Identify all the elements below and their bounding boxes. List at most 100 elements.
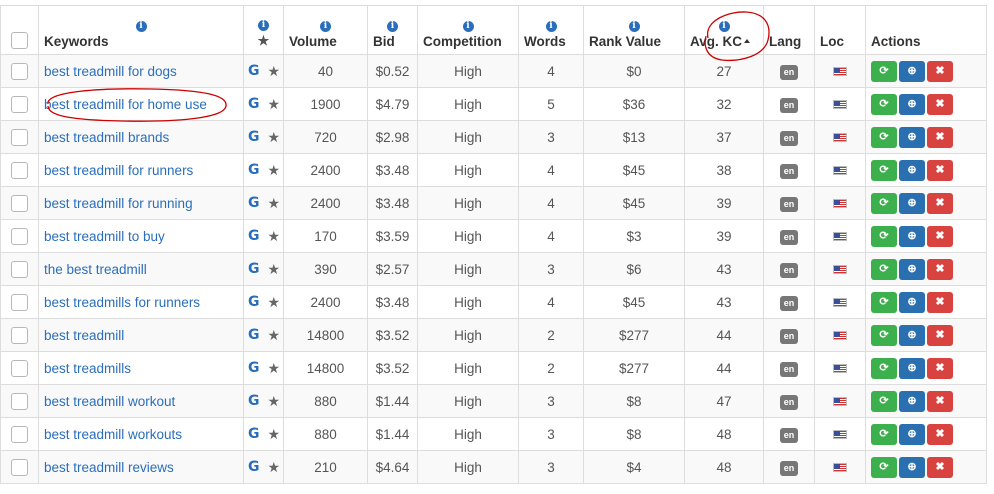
star-icon[interactable]: ★ bbox=[268, 96, 281, 112]
refresh-button[interactable]: ⟳ bbox=[871, 159, 897, 181]
refresh-button[interactable]: ⟳ bbox=[871, 258, 897, 280]
refresh-button[interactable]: ⟳ bbox=[871, 357, 897, 379]
row-checkbox[interactable] bbox=[11, 293, 28, 311]
star-icon[interactable]: ★ bbox=[249, 33, 278, 49]
info-icon[interactable]: i bbox=[462, 21, 474, 32]
zoom-button[interactable]: ⊕ bbox=[899, 357, 925, 379]
zoom-button[interactable]: ⊕ bbox=[899, 291, 925, 313]
delete-button[interactable]: ✖ bbox=[927, 126, 953, 148]
google-icon[interactable]: G bbox=[248, 162, 260, 178]
zoom-button[interactable]: ⊕ bbox=[899, 126, 925, 148]
zoom-button[interactable]: ⊕ bbox=[899, 192, 925, 214]
volume-header[interactable]: i Volume bbox=[283, 5, 368, 55]
row-checkbox[interactable] bbox=[11, 458, 28, 476]
zoom-button[interactable]: ⊕ bbox=[899, 93, 925, 115]
google-icon[interactable]: G bbox=[248, 96, 260, 112]
google-icon[interactable]: G bbox=[248, 228, 260, 244]
star-icon[interactable]: ★ bbox=[268, 294, 281, 310]
zoom-button[interactable]: ⊕ bbox=[899, 159, 925, 181]
competition-header[interactable]: i Competition bbox=[417, 5, 519, 55]
row-checkbox[interactable] bbox=[11, 392, 28, 410]
info-icon[interactable]: i bbox=[258, 20, 269, 31]
zoom-button[interactable]: ⊕ bbox=[899, 60, 925, 82]
row-checkbox[interactable] bbox=[11, 359, 28, 377]
google-icon[interactable]: G bbox=[248, 426, 260, 442]
refresh-button[interactable]: ⟳ bbox=[871, 423, 897, 445]
keyword-link[interactable]: best treadmills for runners bbox=[44, 295, 200, 310]
delete-button[interactable]: ✖ bbox=[927, 390, 953, 412]
info-icon[interactable]: i bbox=[718, 21, 730, 32]
google-icon[interactable]: G bbox=[248, 195, 260, 211]
keyword-link[interactable]: best treadmill workouts bbox=[44, 427, 182, 442]
row-checkbox[interactable] bbox=[11, 62, 28, 80]
google-icon[interactable]: G bbox=[248, 393, 260, 409]
keyword-link[interactable]: best treadmills bbox=[44, 361, 131, 376]
select-all-checkbox[interactable] bbox=[11, 32, 28, 49]
row-checkbox[interactable] bbox=[11, 95, 28, 113]
refresh-button[interactable]: ⟳ bbox=[871, 126, 897, 148]
delete-button[interactable]: ✖ bbox=[927, 324, 953, 346]
keyword-link[interactable]: best treadmill bbox=[44, 328, 124, 343]
google-icon[interactable]: G bbox=[248, 261, 260, 277]
refresh-button[interactable]: ⟳ bbox=[871, 192, 897, 214]
google-icon[interactable]: G bbox=[248, 459, 260, 475]
bid-header[interactable]: i Bid bbox=[367, 5, 418, 55]
info-icon[interactable]: i bbox=[628, 21, 640, 32]
keyword-link[interactable]: best treadmill to buy bbox=[44, 229, 165, 244]
keyword-link[interactable]: best treadmill for home use bbox=[44, 97, 207, 112]
rank-value-header[interactable]: i Rank Value bbox=[583, 5, 685, 55]
keyword-link[interactable]: best treadmill for dogs bbox=[44, 64, 177, 79]
keyword-link[interactable]: the best treadmill bbox=[44, 262, 147, 277]
zoom-button[interactable]: ⊕ bbox=[899, 225, 925, 247]
delete-button[interactable]: ✖ bbox=[927, 225, 953, 247]
delete-button[interactable]: ✖ bbox=[927, 159, 953, 181]
google-icon[interactable]: G bbox=[248, 294, 260, 310]
words-header[interactable]: i Words bbox=[518, 5, 584, 55]
delete-button[interactable]: ✖ bbox=[927, 423, 953, 445]
avg-kc-header[interactable]: i Avg. KC bbox=[684, 5, 764, 55]
refresh-button[interactable]: ⟳ bbox=[871, 60, 897, 82]
zoom-button[interactable]: ⊕ bbox=[899, 258, 925, 280]
row-checkbox[interactable] bbox=[11, 194, 28, 212]
info-icon[interactable]: i bbox=[135, 21, 147, 32]
info-icon[interactable]: i bbox=[545, 21, 557, 32]
keyword-link[interactable]: best treadmill reviews bbox=[44, 460, 174, 475]
keyword-link[interactable]: best treadmill for running bbox=[44, 196, 193, 211]
delete-button[interactable]: ✖ bbox=[927, 192, 953, 214]
keyword-link[interactable]: best treadmill workout bbox=[44, 394, 175, 409]
delete-button[interactable]: ✖ bbox=[927, 357, 953, 379]
zoom-button[interactable]: ⊕ bbox=[899, 423, 925, 445]
star-icon[interactable]: ★ bbox=[268, 228, 281, 244]
star-icon[interactable]: ★ bbox=[268, 162, 281, 178]
info-icon[interactable]: i bbox=[387, 21, 398, 32]
star-icon[interactable]: ★ bbox=[268, 63, 281, 79]
keyword-link[interactable]: best treadmill brands bbox=[44, 130, 169, 145]
zoom-button[interactable]: ⊕ bbox=[899, 390, 925, 412]
refresh-button[interactable]: ⟳ bbox=[871, 291, 897, 313]
row-checkbox[interactable] bbox=[11, 161, 28, 179]
star-icon[interactable]: ★ bbox=[268, 195, 281, 211]
refresh-button[interactable]: ⟳ bbox=[871, 324, 897, 346]
zoom-button[interactable]: ⊕ bbox=[899, 324, 925, 346]
delete-button[interactable]: ✖ bbox=[927, 93, 953, 115]
delete-button[interactable]: ✖ bbox=[927, 60, 953, 82]
row-checkbox[interactable] bbox=[11, 425, 28, 443]
google-icon[interactable]: G bbox=[248, 360, 260, 376]
refresh-button[interactable]: ⟳ bbox=[871, 225, 897, 247]
row-checkbox[interactable] bbox=[11, 128, 28, 146]
google-icon[interactable]: G bbox=[248, 327, 260, 343]
star-icon[interactable]: ★ bbox=[268, 426, 281, 442]
delete-button[interactable]: ✖ bbox=[927, 291, 953, 313]
zoom-button[interactable]: ⊕ bbox=[899, 456, 925, 478]
star-icon[interactable]: ★ bbox=[268, 360, 281, 376]
keyword-link[interactable]: best treadmill for runners bbox=[44, 163, 193, 178]
refresh-button[interactable]: ⟳ bbox=[871, 390, 897, 412]
star-icon[interactable]: ★ bbox=[268, 327, 281, 343]
star-icon[interactable]: ★ bbox=[268, 261, 281, 277]
row-checkbox[interactable] bbox=[11, 326, 28, 344]
refresh-button[interactable]: ⟳ bbox=[871, 456, 897, 478]
delete-button[interactable]: ✖ bbox=[927, 258, 953, 280]
google-icon[interactable]: G bbox=[248, 129, 260, 145]
refresh-button[interactable]: ⟳ bbox=[871, 93, 897, 115]
keywords-header[interactable]: i Keywords bbox=[38, 5, 244, 55]
